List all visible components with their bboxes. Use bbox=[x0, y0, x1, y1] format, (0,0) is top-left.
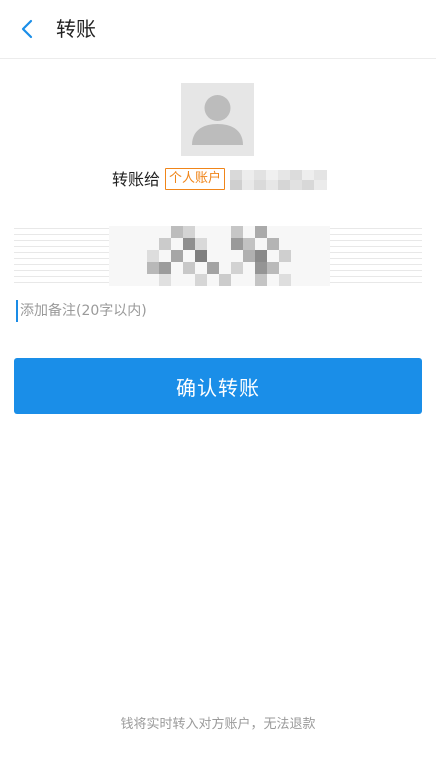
account-type-badge: 个人账户 bbox=[165, 168, 226, 190]
masked-amount bbox=[14, 226, 422, 286]
user-silhouette-icon bbox=[192, 95, 243, 145]
masked-recipient-name bbox=[230, 170, 327, 190]
page-title: 转账 bbox=[56, 17, 96, 41]
transfer-to-label: 转账给 bbox=[112, 170, 161, 189]
memo-field[interactable] bbox=[14, 298, 314, 324]
recipient-avatar bbox=[181, 83, 254, 156]
back-button[interactable] bbox=[14, 15, 42, 43]
text-cursor bbox=[16, 300, 18, 322]
footer-note: 钱将实时转入对方账户，无法退款 bbox=[120, 717, 316, 732]
confirm-transfer-button[interactable]: 确认转账 bbox=[14, 358, 422, 414]
top-nav-bar: 转账 bbox=[0, 0, 436, 59]
chevron-left-icon bbox=[21, 19, 33, 39]
memo-input[interactable] bbox=[20, 298, 310, 324]
recipient-row: 转账给 个人账户 bbox=[0, 167, 436, 193]
